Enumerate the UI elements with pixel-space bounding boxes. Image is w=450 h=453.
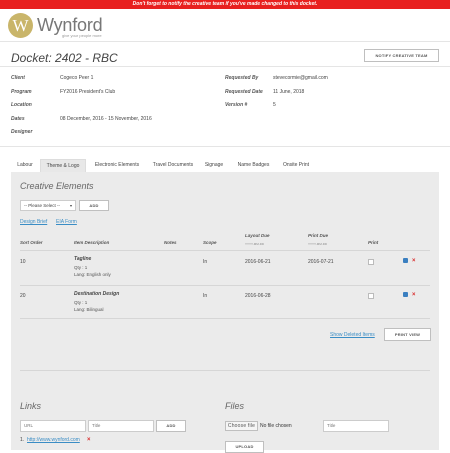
- no-file-chosen-text: No file chosen: [260, 423, 292, 429]
- program-value: FY2016 President's Club: [60, 89, 116, 95]
- choose-file-button[interactable]: Choose file: [225, 421, 258, 431]
- tab-theme-logo[interactable]: Theme & Logo: [40, 159, 86, 172]
- dates-value: 08 December, 2016 - 15 November, 2016: [60, 116, 152, 122]
- table-row-divider: [20, 318, 430, 319]
- row-layout-due: 2016-06-21: [245, 259, 271, 265]
- program-label: Program: [11, 89, 32, 95]
- creative-element-select[interactable]: -- Please Select -- ▾: [20, 200, 76, 211]
- print-view-button[interactable]: PRINT VIEW: [384, 328, 431, 341]
- eia-form-link[interactable]: EIA Form: [56, 219, 77, 225]
- row-sort-order: 20: [20, 293, 26, 299]
- section-divider: [20, 370, 430, 371]
- tab-labour[interactable]: Labour: [11, 159, 39, 172]
- logo[interactable]: W Wynford give your people more: [8, 13, 128, 39]
- row-item-qty: Qty : 1: [74, 300, 88, 305]
- client-label: Client: [11, 75, 25, 81]
- edit-icon[interactable]: [403, 292, 408, 297]
- title-divider: [0, 66, 450, 67]
- delete-icon[interactable]: ×: [87, 437, 91, 443]
- col-print-due-format: YYYY-MM-DD: [308, 242, 328, 246]
- col-item-description: Item Description: [74, 240, 110, 245]
- design-brief-link[interactable]: Design Brief: [20, 219, 47, 225]
- row-layout-due: 2016-06-28: [245, 293, 271, 299]
- table-row-divider: [20, 285, 430, 286]
- link-title-input[interactable]: Title: [88, 420, 154, 432]
- row-item-name: Tagline: [74, 256, 92, 262]
- tab-onsite-print[interactable]: Onsite Print: [277, 159, 315, 172]
- tab-electronic-elements[interactable]: Electronic Elements: [87, 159, 147, 172]
- col-sort-order: Sort Order: [20, 240, 43, 245]
- col-print-due: Print Due: [308, 233, 329, 238]
- tab-name-badges[interactable]: Name Badges: [231, 159, 276, 172]
- row-item-qty: Qty : 1: [74, 265, 88, 270]
- logo-icon: W: [8, 13, 33, 38]
- notify-creative-team-button[interactable]: NOTIFY CREATIVE TEAM: [364, 49, 439, 62]
- row-sort-order: 10: [20, 259, 26, 265]
- requested-date-value: 11 June, 2018: [273, 89, 305, 95]
- link-url-input[interactable]: URL: [20, 420, 86, 432]
- links-title: Links: [20, 401, 42, 411]
- creative-elements-title: Creative Elements: [20, 181, 94, 191]
- col-layout-due-format: YYYY-MM-DD: [245, 242, 265, 246]
- chevron-down-icon: ▾: [69, 203, 72, 208]
- client-value: Cogeco Peer 1: [60, 75, 94, 81]
- file-title-input[interactable]: Title: [323, 420, 389, 432]
- designer-label: Designer: [11, 129, 33, 135]
- edit-icon[interactable]: [403, 258, 408, 263]
- delete-icon[interactable]: ×: [412, 292, 416, 298]
- requested-by-label: Requested By: [225, 75, 259, 81]
- requested-by-value: stevecormie@gmail.com: [273, 75, 328, 81]
- logo-tagline: give your people more: [62, 33, 102, 38]
- delete-icon[interactable]: ×: [412, 258, 416, 264]
- link-number: 1.: [20, 437, 25, 443]
- row-item-name: Destination Design: [74, 291, 120, 297]
- notification-banner: Don't forget to notify the creative team…: [0, 0, 450, 9]
- row-scope: In: [203, 259, 208, 265]
- show-deleted-items-link[interactable]: Show Deleted Items: [330, 332, 375, 338]
- print-checkbox[interactable]: [368, 293, 374, 299]
- col-notes: Notes: [164, 240, 177, 245]
- col-print: Print: [368, 240, 379, 245]
- table-header-divider: [20, 250, 430, 251]
- add-element-button[interactable]: ADD: [79, 200, 109, 211]
- upload-button[interactable]: UPLOAD: [225, 441, 264, 453]
- row-item-lang: Lang: English only: [74, 272, 111, 277]
- dates-label: Dates: [11, 116, 25, 122]
- version-value: 5: [273, 102, 276, 108]
- row-scope: In: [203, 293, 208, 299]
- details-divider: [0, 146, 450, 147]
- col-scope: Scope: [203, 240, 217, 245]
- files-title: Files: [225, 401, 245, 411]
- requested-date-label: Requested Date: [225, 89, 263, 95]
- page-title: Docket: 2402 - RBC: [11, 51, 118, 65]
- print-checkbox[interactable]: [368, 259, 374, 265]
- row-item-lang: Lang: Bilingual: [74, 307, 104, 312]
- version-label: Version #: [225, 102, 248, 108]
- link-url[interactable]: http://www.wynford.com: [27, 437, 80, 443]
- location-label: Location: [11, 102, 32, 108]
- row-print-due: 2016-07-21: [308, 259, 334, 265]
- tab-travel-documents[interactable]: Travel Documents: [148, 159, 198, 172]
- header-divider: [0, 41, 450, 42]
- tab-signage[interactable]: Signage: [199, 159, 229, 172]
- add-link-button[interactable]: ADD: [156, 420, 186, 432]
- col-layout-due: Layout Due: [245, 233, 270, 238]
